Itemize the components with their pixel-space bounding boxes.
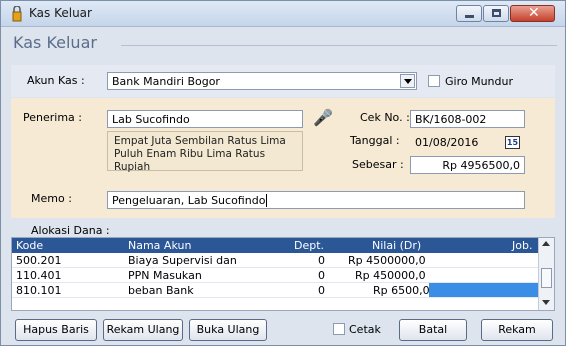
rekam-button[interactable]: Rekam [481,319,553,341]
table-row[interactable]: 500.201 Biaya Supervisi dan 0 Rp 4500000… [12,253,539,268]
akun-kas-label: Akun Kas : [27,74,85,87]
col-nilai[interactable]: Nilai (Dr) [372,239,421,252]
memo-value: Pengeluaran, Lab Sucofindo [112,194,266,207]
row-nama-akun: beban Bank [128,284,194,297]
close-icon: ✕ [528,5,540,21]
text-cursor [266,194,268,207]
row-kode: 810.101 [16,284,62,297]
maximize-button[interactable] [483,5,509,22]
akun-kas-value: Bank Mandiri Bogor [112,75,220,88]
col-kode[interactable]: Kode [16,239,43,252]
akun-kas-panel: Akun Kas : Bank Mandiri Bogor Giro Mundu… [11,65,555,97]
kas-keluar-window: Kas Keluar ✕ Kas Keluar Akun Kas : Bank … [0,0,566,346]
row-kode: 500.201 [16,254,62,267]
hapus-baris-button[interactable]: Hapus Baris [15,319,97,341]
row-nilai: Rp 450000,0 [355,269,426,282]
row-nilai: Rp 6500,0 [373,284,430,297]
row-kode: 110.401 [16,269,62,282]
calendar-icon[interactable]: 15 [505,136,520,149]
terbilang-line-1: Empat Juta Sembilan Ratus Lima [114,135,286,147]
grid-scrollbar[interactable] [538,238,554,310]
sebesar-label: Sebesar : [352,158,404,171]
close-button[interactable]: ✕ [510,5,555,22]
dropdown-arrow-icon[interactable] [400,74,415,88]
tanggal-label: Tanggal : [350,134,400,147]
selected-job-cell[interactable] [429,283,539,297]
header-divider [121,45,557,46]
terbilang-line-2: Puluh Enam Ribu Lima Ratus Rupiah [114,148,266,173]
tanggal-input[interactable]: 01/08/2016 [410,133,490,151]
row-dept: 0 [318,269,325,282]
giro-mundur-label: Giro Mundur [445,75,513,88]
col-nama-akun[interactable]: Nama Akun [128,239,191,252]
scroll-down-icon[interactable] [542,300,550,305]
minimize-icon [465,15,474,18]
terbilang-text: Empat Juta Sembilan Ratus Lima Puluh Ena… [107,131,303,173]
minimize-button[interactable] [456,5,482,22]
alokasi-dana-label: Alokasi Dana : [31,224,110,237]
sebesar-input[interactable]: Rp 4956500,0 [410,156,525,174]
person-lookup-icon[interactable]: 🎤 [313,108,333,127]
row-nama-akun: Biaya Supervisi dan [128,254,237,267]
memo-label: Memo : [31,192,72,205]
grid-header: Kode Nama Akun Dept. Nilai (Dr) Job. [12,238,539,253]
scroll-thumb[interactable] [541,268,552,288]
giro-mundur-checkbox[interactable] [428,75,440,87]
scroll-up-icon[interactable] [542,241,550,246]
col-dept[interactable]: Dept. [294,239,324,252]
maximize-icon [492,9,501,17]
akun-kas-select[interactable]: Bank Mandiri Bogor [107,72,417,90]
table-row[interactable]: 110.401 PPN Masukan 0 Rp 450000,0 [12,268,539,283]
penerima-input[interactable]: Lab Sucofindo [107,110,303,128]
batal-button[interactable]: Batal [399,319,467,341]
title-bar[interactable]: Kas Keluar ✕ [1,1,565,27]
col-job[interactable]: Job. [512,239,532,252]
rekam-ulang-button[interactable]: Rekam Ulang [103,319,183,341]
cetak-label: Cetak [349,323,381,336]
row-nilai: Rp 4500000,0 [348,254,426,267]
window-title: Kas Keluar [29,6,92,20]
memo-input[interactable]: Pengeluaran, Lab Sucofindo [107,191,525,209]
row-nama-akun: PPN Masukan [128,269,202,282]
table-row[interactable]: 810.101 beban Bank 0 Rp 6500,0 [12,283,539,298]
cek-no-label: Cek No. : [360,111,410,124]
app-icon [12,6,22,22]
page-title: Kas Keluar [13,33,97,52]
row-dept: 0 [318,254,325,267]
buka-ulang-button[interactable]: Buka Ulang [189,319,267,341]
alokasi-grid[interactable]: Kode Nama Akun Dept. Nilai (Dr) Job. 500… [11,237,555,311]
row-dept: 0 [318,284,325,297]
cetak-checkbox[interactable] [333,323,345,335]
penerima-panel: Penerima : Lab Sucofindo 🎤 Empat Juta Se… [11,98,555,218]
cek-no-input[interactable]: BK/1608-002 [410,110,525,128]
penerima-label: Penerima : [23,111,82,124]
